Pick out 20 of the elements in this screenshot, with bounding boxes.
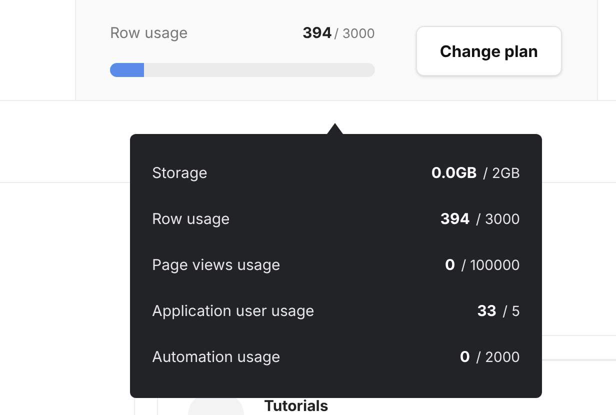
usage-limit: / 3000 [476,210,520,230]
usage-limit: / 3000 [334,25,375,44]
usage-label: Application user usage [152,300,314,322]
change-plan-button[interactable]: Change plan [416,26,562,76]
usage-limit: / 5 [502,302,520,322]
usage-value: 0.0GB [431,162,477,184]
usage-label: Row usage [152,208,230,230]
usage-label: Automation usage [152,346,280,368]
usage-limit: / 100000 [461,256,520,276]
usage-value: 0 [445,254,456,276]
usage-value: 0 [460,346,470,368]
usage-label: Storage [152,162,208,184]
usage-value: 394 [302,22,332,44]
usage-value: 394 [440,208,470,230]
usage-label: Page views usage [152,254,280,276]
usage-value: 33 [477,300,496,322]
usage-label: Row usage [110,22,188,44]
tutorials-title: Tutorials [264,398,328,414]
usage-limit: / 2GB [482,164,520,184]
usage-limit: / 2000 [476,348,520,368]
